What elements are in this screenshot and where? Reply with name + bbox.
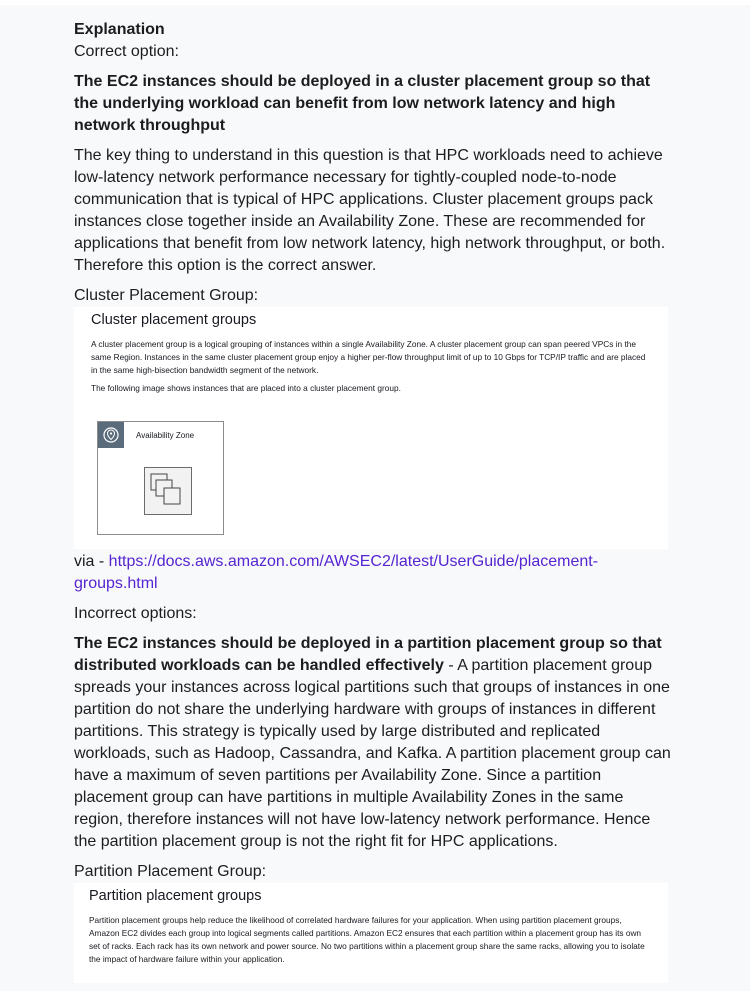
availability-zone-box: Availability Zone <box>97 421 224 535</box>
explanation-heading: Explanation <box>74 21 165 38</box>
cluster-image-para: A cluster placement group is a logical g… <box>91 339 646 375</box>
cluster-image-label: Cluster Placement Group: <box>74 287 259 304</box>
aws-docs-link[interactable]: https://docs.aws.amazon.com/AWSEC2/lates… <box>74 553 598 592</box>
incorrect-answer: The EC2 instances should be deployed in … <box>74 633 674 853</box>
explanation-content: Explanation Correct option: The EC2 inst… <box>74 19 674 983</box>
via-prefix: via - <box>74 553 109 570</box>
partition-image-para: Partition placement groups help reduce t… <box>89 915 645 964</box>
correct-option-label: Correct option: <box>74 43 179 60</box>
partition-image-title: Partition placement groups <box>89 888 262 904</box>
correct-answer: The EC2 instances should be deployed in … <box>74 73 651 134</box>
cluster-image-caption: The following image shows instances that… <box>91 383 401 393</box>
partition-image-label: Partition Placement Group: <box>74 863 267 880</box>
availability-zone-label: Availability Zone <box>136 431 195 440</box>
via-line: via - https://docs.aws.amazon.com/AWSEC2… <box>74 551 674 595</box>
location-pin-icon <box>98 422 124 448</box>
incorrect-options-label: Incorrect options: <box>74 605 197 622</box>
ec2-instances-icon <box>144 467 192 515</box>
incorrect-answer-explanation: - A partition placement group spreads yo… <box>74 657 671 850</box>
cluster-image-title: Cluster placement groups <box>91 312 257 328</box>
correct-explanation: The key thing to understand in this ques… <box>74 147 666 274</box>
cluster-placement-image: Cluster placement groups A cluster place… <box>74 307 668 549</box>
explanation-panel: Explanation Correct option: The EC2 inst… <box>0 5 750 991</box>
partition-placement-image: Partition placement groups Partition pla… <box>74 883 668 983</box>
